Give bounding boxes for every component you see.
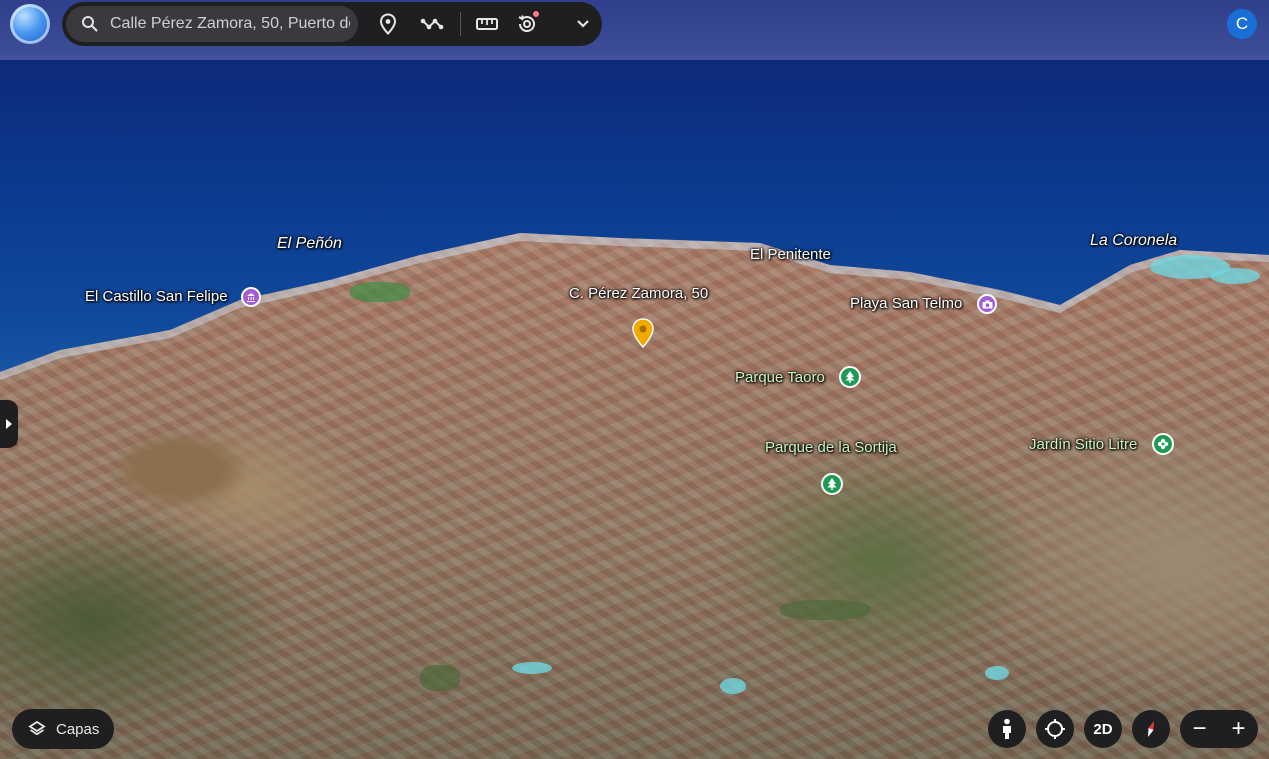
pool [720,678,746,694]
top-toolbar [62,2,602,46]
location-pin-icon [379,13,397,35]
zoom-in-button[interactable]: + [1224,717,1254,741]
water-label-el-penon[interactable]: El Peñón [277,235,342,253]
place-label-el-castillo[interactable]: El Castillo San Felipe [85,288,228,305]
ruler-icon [476,18,498,30]
google-earth-logo[interactable] [10,4,50,44]
draw-path-button[interactable] [414,6,450,42]
layers-button[interactable]: Capas [12,709,114,749]
street-view-button[interactable] [988,710,1026,748]
water-label-la-coronela[interactable]: La Coronela [1090,232,1177,250]
path-icon [420,18,444,30]
layers-label: Capas [56,720,100,738]
my-location-button[interactable] [1036,710,1074,748]
historical-imagery-button[interactable] [509,6,545,42]
chevron-right-icon [6,419,12,429]
green-area [350,282,410,302]
compass-button[interactable] [1132,710,1170,748]
toolbar-divider [460,12,461,36]
add-placemark-button[interactable] [370,6,406,42]
zoom-out-button[interactable]: − [1185,717,1215,741]
zoom-controls: − + [1180,710,1258,748]
flower-icon[interactable] [1152,433,1174,455]
pool [1210,268,1260,284]
selected-pin-icon[interactable] [632,318,654,348]
place-label-selected-address[interactable]: C. Pérez Zamora, 50 [569,285,708,302]
pool [512,662,552,674]
person-icon [1003,718,1011,739]
green-area [780,600,870,620]
place-label-parque-taoro[interactable]: Parque Taoro [735,369,825,386]
tree-icon[interactable] [839,366,861,388]
tree-icon[interactable] [821,473,843,495]
search-input[interactable] [110,15,350,33]
place-label-playa-san-telmo[interactable]: Playa San Telmo [850,295,962,312]
place-label-parque-sortija[interactable]: Parque de la Sortija [765,439,897,456]
pool [985,666,1009,680]
notification-dot [533,11,539,17]
crosshair-icon [1045,719,1065,739]
chevron-down-icon [577,20,589,28]
globe-map-view[interactable]: El Peñón La Coronela El Castillo San Fel… [0,0,1269,759]
view-mode-label: 2D [1093,720,1113,738]
layers-icon [28,720,46,736]
account-avatar[interactable]: C [1227,9,1257,39]
more-tools-button[interactable] [565,6,601,42]
search-icon [82,16,98,32]
compass-icon [1148,721,1154,737]
expand-panel-button[interactable] [0,400,18,448]
green-area [420,665,460,691]
museum-icon[interactable] [241,287,261,307]
search-box[interactable] [66,6,358,42]
camera-icon[interactable] [977,294,997,314]
view-mode-toggle[interactable]: 2D [1084,710,1122,748]
place-label-el-penitente[interactable]: El Penitente [750,246,831,263]
measure-button[interactable] [469,6,505,42]
place-label-jardin-sitio-litre[interactable]: Jardín Sitio Litre [1029,436,1137,453]
